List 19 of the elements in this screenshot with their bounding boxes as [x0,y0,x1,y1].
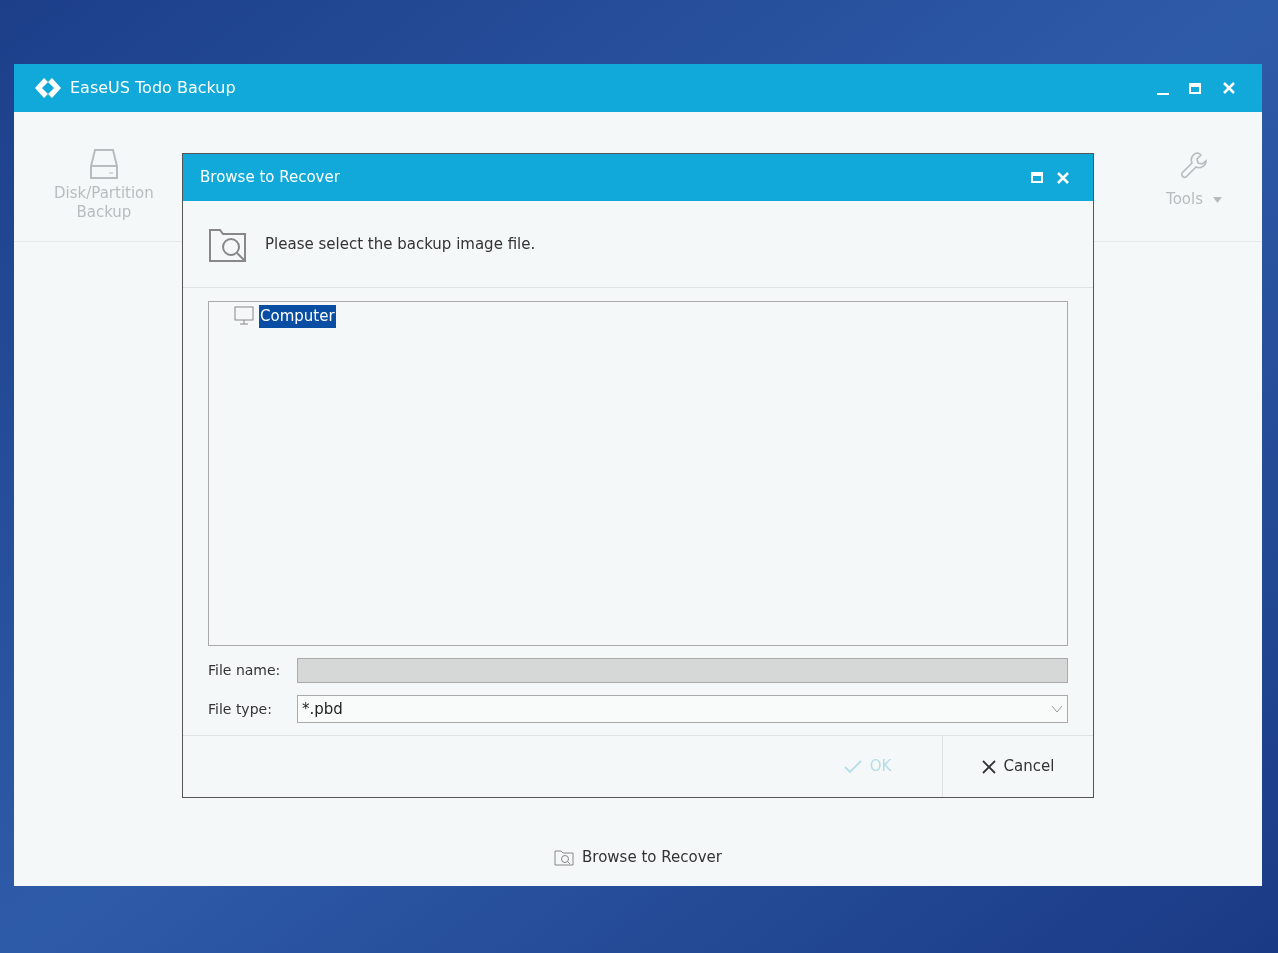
file-type-dropdown[interactable]: *.pbd [297,695,1068,723]
chevron-down-icon [1051,705,1063,713]
folder-search-icon [554,847,575,866]
checkmark-icon [843,759,862,774]
logo-icon [34,77,62,99]
prompt-text: Please select the backup image file. [265,233,536,255]
field-label: File type: [208,699,273,719]
cancel-button[interactable]: Cancel [943,736,1093,797]
caret-icon [1213,196,1222,203]
close-icon [1056,170,1070,185]
window-title: EaseUS Todo Backup [70,77,236,99]
browse-to-recover-link[interactable]: Browse to Recover [554,845,722,868]
field-label: File name: [208,661,282,680]
close-icon [981,759,996,774]
tree-item[interactable]: Computer [259,305,336,328]
drive-icon [88,148,119,180]
close-icon [1222,81,1236,95]
monitor-icon [234,306,254,327]
dialog-title: Browse to Recover [200,167,340,189]
